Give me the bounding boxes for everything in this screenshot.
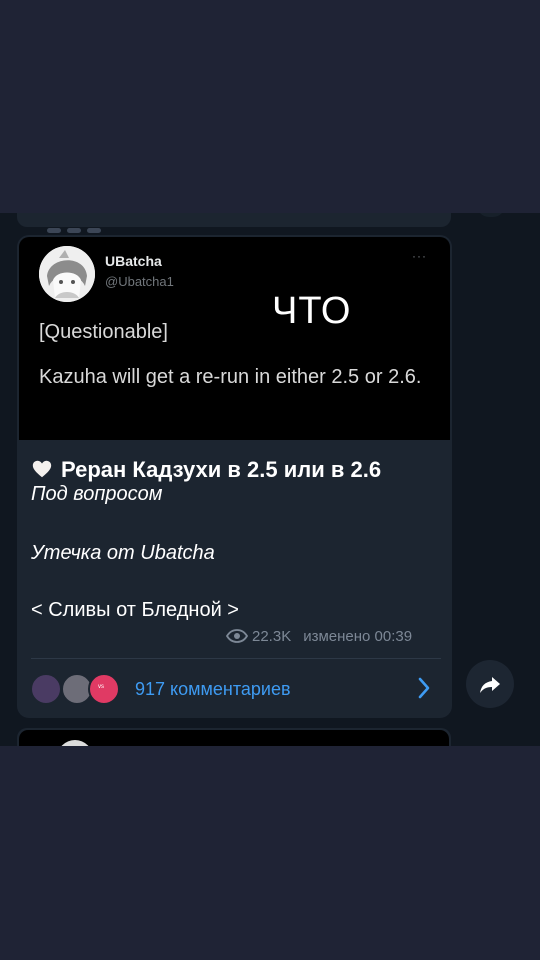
tweet-author-handle: @Ubatcha1	[105, 274, 174, 289]
share-icon	[480, 677, 500, 693]
heart-icon	[32, 460, 52, 478]
bottom-letterbox	[0, 746, 540, 960]
post-channel-signature: < Сливы от Бледной >	[31, 599, 239, 621]
post-meta: 22.3K изменено 00:39	[226, 628, 412, 645]
post-title: Реран Кадзухи в 2.5 или в 2.6	[31, 457, 381, 483]
previous-share-button[interactable]	[477, 213, 505, 217]
share-button[interactable]	[466, 660, 514, 708]
message-bubble[interactable]: UBatcha @Ubatcha1 ··· [Questionable] Kaz…	[17, 235, 452, 718]
chevron-right-icon	[418, 677, 430, 699]
tweet-avatar	[39, 246, 95, 302]
post-status: Под вопросом	[31, 483, 163, 505]
next-message-bubble[interactable]	[17, 728, 451, 746]
views-count: 22.3K	[252, 628, 292, 645]
top-letterbox	[0, 0, 540, 213]
previous-message-reactions	[47, 220, 107, 233]
tweet-more-icon: ···	[412, 249, 427, 263]
tweet-author-name: UBatcha	[105, 253, 162, 269]
tweet-text-body: Kazuha will get a re-run in either 2.5 o…	[39, 366, 422, 388]
commenter-avatar	[30, 673, 62, 705]
edited-time: изменено 00:39	[303, 628, 413, 645]
commenter-avatar: vs	[88, 673, 120, 705]
eye-icon	[226, 629, 248, 643]
post-title-text: Реран Кадзухи в 2.5 или в 2.6	[61, 457, 382, 482]
tweet-text-tag: [Questionable]	[39, 321, 168, 343]
comments-count-label: 917 комментариев	[135, 679, 291, 699]
chat-area[interactable]: UBatcha @Ubatcha1 ··· [Questionable] Kaz…	[0, 213, 540, 746]
commenter-avatar-badge: vs	[98, 684, 104, 690]
overlay-caption: ЧТО	[272, 290, 352, 332]
next-message-preview	[19, 730, 449, 746]
comments-button[interactable]: vs 917 комментариев	[17, 659, 452, 718]
post-source: Утечка от Ubatcha	[31, 542, 215, 564]
previous-message-bubble[interactable]	[17, 213, 451, 233]
tweet-screenshot: UBatcha @Ubatcha1 ··· [Questionable] Kaz…	[19, 237, 450, 440]
